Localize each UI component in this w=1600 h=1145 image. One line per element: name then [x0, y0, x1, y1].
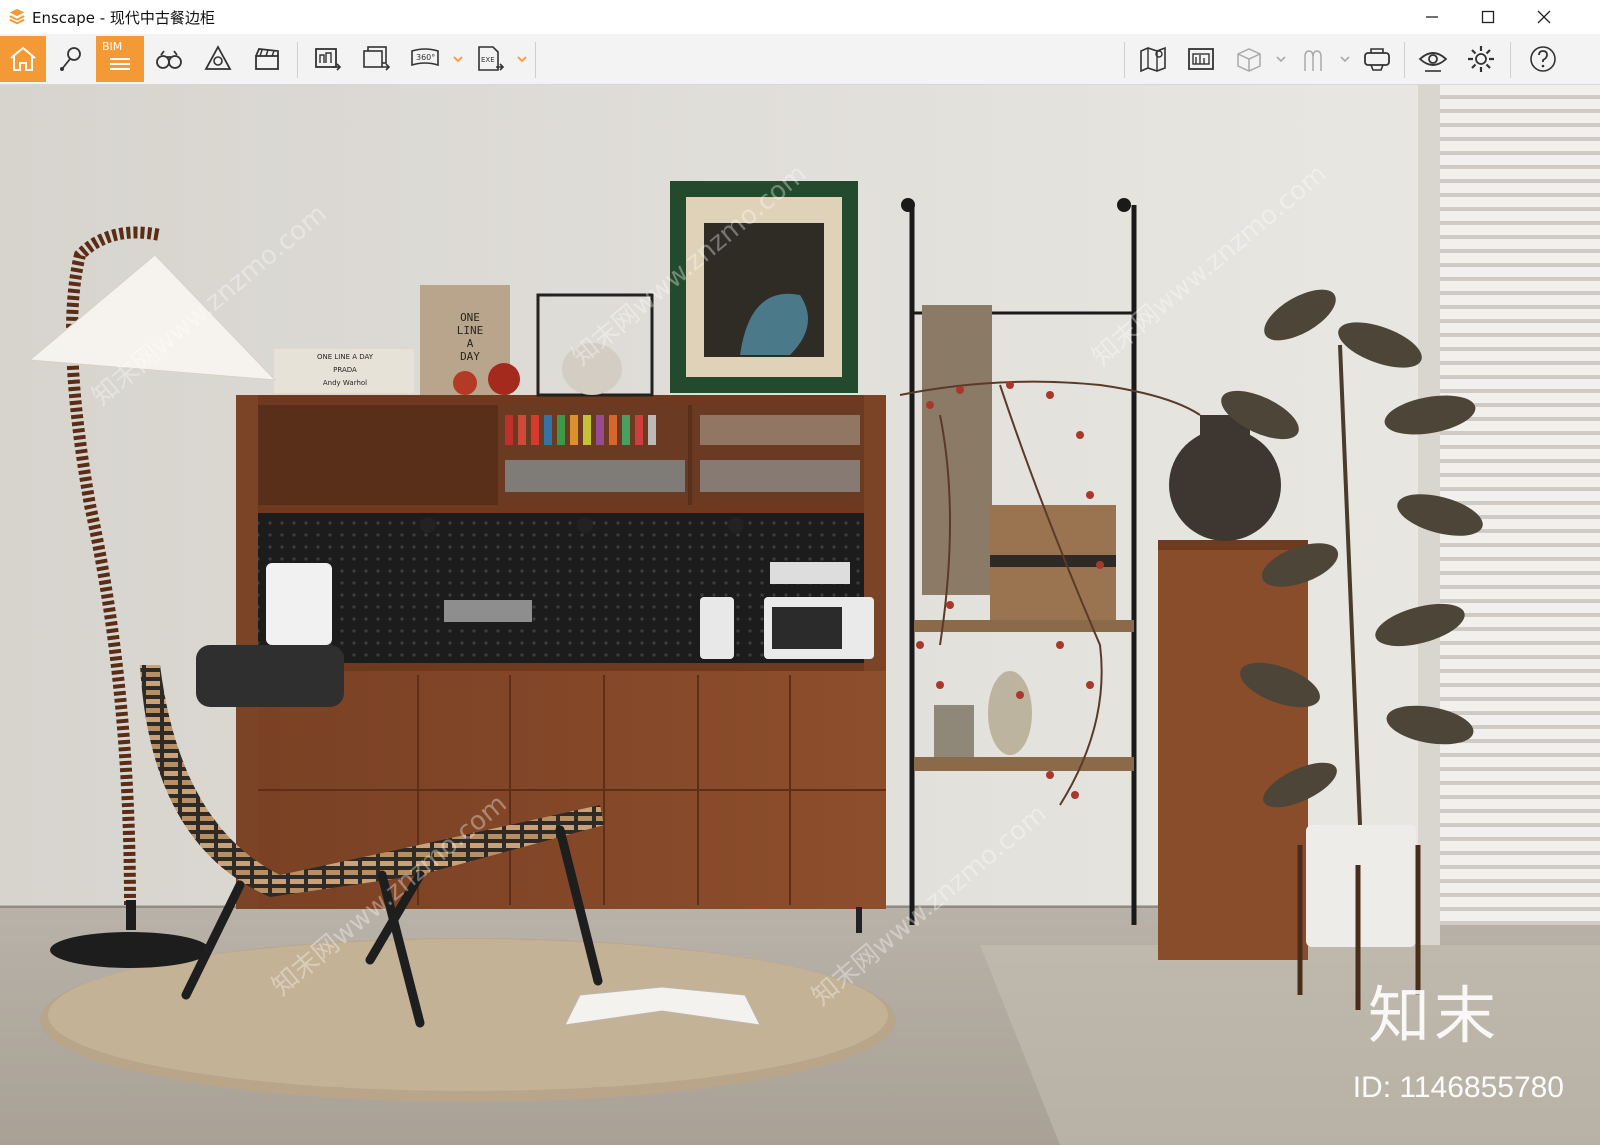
book-spine-line: DAY	[460, 350, 480, 363]
book-title: Andy Warhol	[322, 379, 368, 387]
people-icon	[1304, 50, 1322, 71]
book-stack-text: ONE LINE A DAY PRADA Andy Warhol	[282, 351, 408, 390]
clapperboard-icon	[255, 48, 279, 70]
enscape-logo-icon	[9, 8, 25, 25]
close-icon	[1537, 10, 1551, 24]
eye-icon	[1418, 52, 1448, 72]
svg-text:360°: 360°	[416, 53, 435, 62]
panorama-360-icon: 360°	[411, 48, 439, 67]
window-title: Enscape - 现代中古餐边柜	[32, 8, 215, 27]
location-pin-icon	[60, 47, 81, 71]
exe-export-icon: EXE	[478, 46, 505, 71]
toolbar-separator	[1404, 42, 1405, 78]
cube-icon	[1237, 48, 1261, 72]
people-button[interactable]	[1290, 36, 1336, 82]
watermark-id: ID: 1146855780	[1352, 1071, 1564, 1104]
bim-label: BIM	[102, 40, 123, 53]
capture-button[interactable]	[195, 36, 241, 82]
book-spine-text: ONE LINE A DAY	[456, 311, 484, 363]
render-viewport[interactable]: ONE LINE A DAY ONE LINE A DAY PRADA Andy…	[0, 85, 1600, 1145]
toolbar-separator	[535, 42, 536, 78]
book-spine-line: LINE	[456, 324, 484, 337]
chevron-down-icon	[453, 56, 463, 63]
help-button[interactable]	[1520, 36, 1566, 82]
interior-scene	[0, 85, 1600, 1145]
batch-render-icon	[363, 46, 391, 71]
book-spine-line: ONE	[460, 311, 480, 324]
asset-library-icon	[1188, 48, 1214, 70]
binoculars-icon	[156, 50, 182, 69]
triangle-capture-icon	[204, 45, 232, 70]
vr-button[interactable]	[1354, 36, 1400, 82]
toolbar-separator	[1510, 42, 1511, 78]
video-editor-button[interactable]	[244, 36, 290, 82]
export-dropdown[interactable]	[514, 36, 530, 82]
visual-settings-button[interactable]	[1410, 36, 1456, 82]
bim-button[interactable]: BIM	[96, 36, 144, 82]
map-button[interactable]	[1130, 36, 1176, 82]
walk-mode-button[interactable]	[146, 36, 192, 82]
object-dropdown[interactable]	[1273, 36, 1289, 82]
views-button[interactable]	[48, 36, 94, 82]
chevron-down-icon	[1276, 56, 1286, 63]
settings-icon	[1468, 46, 1494, 72]
minimize-button[interactable]	[1404, 0, 1460, 34]
vr-headset-icon	[1364, 48, 1390, 71]
home-button[interactable]	[0, 36, 46, 82]
panorama-dropdown[interactable]	[450, 36, 466, 82]
people-dropdown[interactable]	[1337, 36, 1353, 82]
batch-render-button[interactable]	[353, 36, 399, 82]
toolbar-separator	[1124, 42, 1125, 78]
render-image-button[interactable]	[304, 36, 350, 82]
main-toolbar: BIM 360° EXE	[0, 34, 1600, 113]
book-spine-line: A	[466, 337, 474, 350]
minimize-icon	[1426, 16, 1438, 18]
maximize-button[interactable]	[1460, 0, 1516, 34]
book-title: PRADA	[333, 366, 357, 374]
render-export-icon	[315, 48, 342, 71]
help-icon	[1530, 46, 1556, 72]
book-title: ONE LINE A DAY	[316, 353, 374, 361]
chevron-down-icon	[517, 56, 527, 63]
export-exe-button[interactable]: EXE	[467, 36, 513, 82]
panorama-button[interactable]: 360°	[402, 36, 448, 82]
map-icon	[1140, 46, 1166, 73]
home-icon	[10, 46, 36, 71]
close-button[interactable]	[1516, 0, 1572, 34]
toolbar-separator	[297, 42, 298, 78]
title-bar: Enscape - 现代中古餐边柜	[0, 0, 1600, 34]
object-button[interactable]	[1226, 36, 1272, 82]
maximize-icon	[1481, 10, 1495, 24]
svg-text:EXE: EXE	[481, 56, 495, 64]
settings-button[interactable]	[1458, 36, 1504, 82]
watermark-logo: 知末	[1367, 979, 1500, 1052]
asset-library-button[interactable]	[1178, 36, 1224, 82]
chevron-down-icon	[1340, 56, 1350, 63]
